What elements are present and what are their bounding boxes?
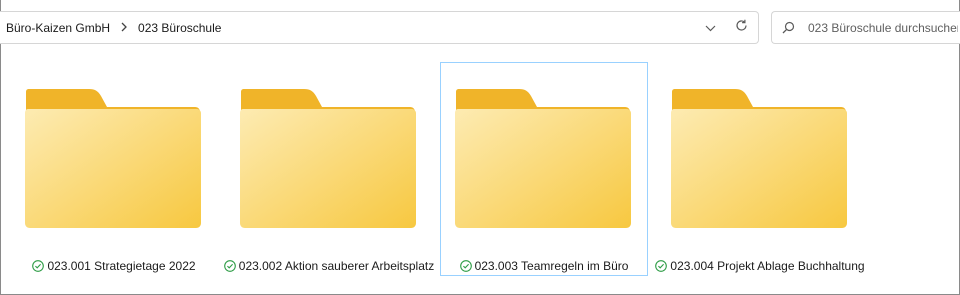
- folder-name: 023.001 Strategietage 2022: [47, 259, 196, 273]
- refresh-button[interactable]: [726, 12, 756, 43]
- address-history-dropdown-button[interactable]: [695, 12, 725, 43]
- file-explorer-window: Büro-Kaizen GmbH 023 Büroschule 023 Büro…: [0, 0, 960, 295]
- breadcrumb-item-current-folder[interactable]: 023 Büroschule: [136, 21, 223, 35]
- folder-label: 023.004 Projekt Ablage Buchhaltung: [655, 259, 865, 273]
- sync-check-icon: [223, 260, 236, 272]
- folder-icon: [240, 89, 416, 228]
- folder-label: 023.003 Teamregeln im Büro: [441, 259, 647, 273]
- sync-check-icon: [32, 260, 45, 272]
- search-icon: [782, 21, 808, 34]
- chevron-down-icon: [705, 19, 716, 37]
- folder-tile[interactable]: 023.001 Strategietage 2022: [10, 62, 218, 276]
- search-input[interactable]: [808, 20, 958, 35]
- folder-icon: [25, 89, 201, 228]
- search-box[interactable]: [771, 11, 960, 44]
- folder-name: 023.002 Aktion sauberer Arbeitsplatz: [238, 259, 435, 273]
- breadcrumb-item-company[interactable]: Büro-Kaizen GmbH: [4, 21, 112, 35]
- folder-icon: [455, 89, 631, 228]
- chevron-right-icon[interactable]: [120, 21, 128, 35]
- folder-label: 023.001 Strategietage 2022: [11, 259, 217, 273]
- folder-tile[interactable]: 023.004 Projekt Ablage Buchhaltung: [655, 62, 865, 276]
- folder-name: 023.004 Projekt Ablage Buchhaltung: [670, 259, 865, 273]
- breadcrumb: Büro-Kaizen GmbH 023 Büroschule: [4, 12, 223, 43]
- sync-check-icon: [459, 260, 472, 272]
- address-bar[interactable]: Büro-Kaizen GmbH 023 Büroschule: [0, 11, 759, 44]
- refresh-icon: [735, 19, 748, 37]
- folder-name: 023.003 Teamregeln im Büro: [474, 259, 629, 273]
- folder-tile[interactable]: 023.002 Aktion sauberer Arbeitsplatz: [223, 62, 435, 276]
- folder-label: 023.002 Aktion sauberer Arbeitsplatz: [223, 259, 435, 273]
- folder-tile-selected[interactable]: 023.003 Teamregeln im Büro: [440, 62, 648, 276]
- folder-icon: [671, 89, 847, 228]
- folder-view: 023.001 Strategietage 2022 023.002 Aktio…: [1, 58, 959, 294]
- sync-check-icon: [655, 260, 668, 272]
- navigation-bar: Büro-Kaizen GmbH 023 Büroschule: [0, 0, 960, 58]
